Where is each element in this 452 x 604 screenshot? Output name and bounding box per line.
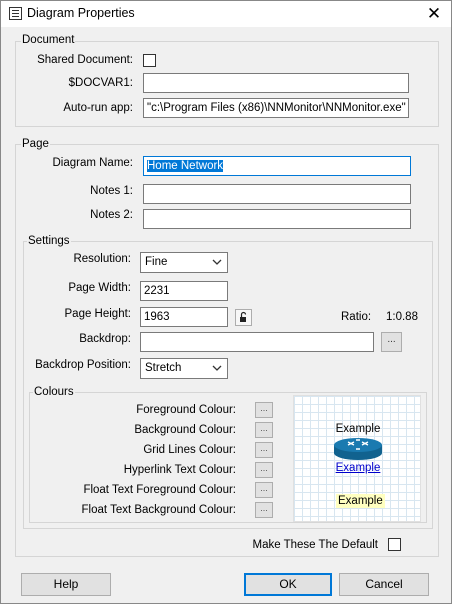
notes1-label: Notes 1: (90, 185, 133, 197)
grid-lines-colour-button[interactable]: ... (255, 442, 273, 458)
notes2-field[interactable] (143, 209, 411, 229)
preview-float-text: Example (336, 494, 385, 508)
notes2-label: Notes 2: (90, 209, 133, 221)
page-width-field[interactable]: 2231 (140, 281, 228, 301)
close-button[interactable]: ✕ (417, 1, 451, 27)
resolution-select[interactable]: Fine (140, 252, 228, 273)
page-height-label: Page Height: (64, 308, 132, 320)
background-colour-button[interactable]: ... (255, 422, 273, 438)
grid-lines-colour-label: Grid Lines Colour: (143, 444, 236, 456)
settings-legend: Settings (27, 235, 71, 247)
resolution-label: Resolution: (73, 253, 131, 265)
autorun-label: Auto-run app: (63, 102, 133, 114)
page-legend: Page (21, 138, 50, 150)
colour-preview: Example Example Example (293, 395, 421, 522)
ratio-label: Ratio: (341, 311, 372, 323)
page-width-label: Page Width: (68, 282, 131, 294)
document-legend: Document (21, 34, 76, 46)
float-text-foreground-colour-button[interactable]: ... (255, 482, 273, 498)
lock-icon (240, 311, 247, 322)
diagram-name-field[interactable]: Home Network (143, 156, 411, 176)
shared-document-checkbox[interactable] (143, 54, 156, 67)
cancel-button[interactable]: Cancel (339, 573, 429, 596)
lock-ratio-button[interactable] (235, 309, 252, 326)
autorun-field[interactable]: "c:\Program Files (x86)\NNMonitor\NNMoni… (143, 98, 409, 118)
router-icon (334, 438, 382, 460)
make-default-label: Make These The Default (252, 539, 378, 551)
app-icon (9, 7, 22, 20)
page-height-field[interactable]: 1963 (140, 307, 228, 327)
backdrop-field[interactable] (140, 332, 374, 352)
title-bar: Diagram Properties ✕ (1, 1, 451, 27)
docvar-field[interactable] (143, 73, 409, 93)
float-text-background-colour-button[interactable]: ... (255, 502, 273, 518)
backdrop-position-value: Stretch (145, 362, 182, 374)
diagram-name-value: Home Network (147, 160, 224, 172)
make-default-checkbox[interactable] (388, 538, 401, 551)
float-text-background-colour-label: Float Text Background Colour: (81, 504, 236, 516)
preview-foreground-text: Example (335, 423, 381, 435)
chevron-down-icon (212, 259, 222, 265)
backdrop-browse-button[interactable]: ... (381, 332, 402, 352)
shared-document-label: Shared Document: (37, 54, 133, 66)
float-text-foreground-colour-label: Float Text Foreground Colour: (83, 484, 236, 496)
diagram-name-label: Diagram Name: (52, 157, 133, 169)
resolution-value: Fine (145, 256, 168, 268)
backdrop-label: Backdrop: (79, 333, 131, 345)
help-button[interactable]: Help (21, 573, 111, 596)
preview-hyperlink-text: Example (335, 462, 381, 474)
backdrop-position-select[interactable]: Stretch (140, 358, 228, 379)
docvar-label: $DOCVAR1: (68, 77, 133, 89)
ratio-value: 1:0.88 (386, 311, 418, 323)
window-title: Diagram Properties (27, 6, 135, 20)
chevron-down-icon (212, 365, 222, 371)
hyperlink-text-colour-button[interactable]: ... (255, 462, 273, 478)
ok-button[interactable]: OK (244, 573, 332, 596)
hyperlink-text-colour-label: Hyperlink Text Colour: (123, 464, 236, 476)
foreground-colour-label: Foreground Colour: (136, 404, 236, 416)
backdrop-position-label: Backdrop Position: (35, 359, 131, 371)
diagram-properties-dialog: Diagram Properties ✕ Document Shared Doc… (0, 0, 452, 604)
background-colour-label: Background Colour: (134, 424, 236, 436)
foreground-colour-button[interactable]: ... (255, 402, 273, 418)
notes1-field[interactable] (143, 184, 411, 204)
colours-legend: Colours (33, 386, 75, 398)
